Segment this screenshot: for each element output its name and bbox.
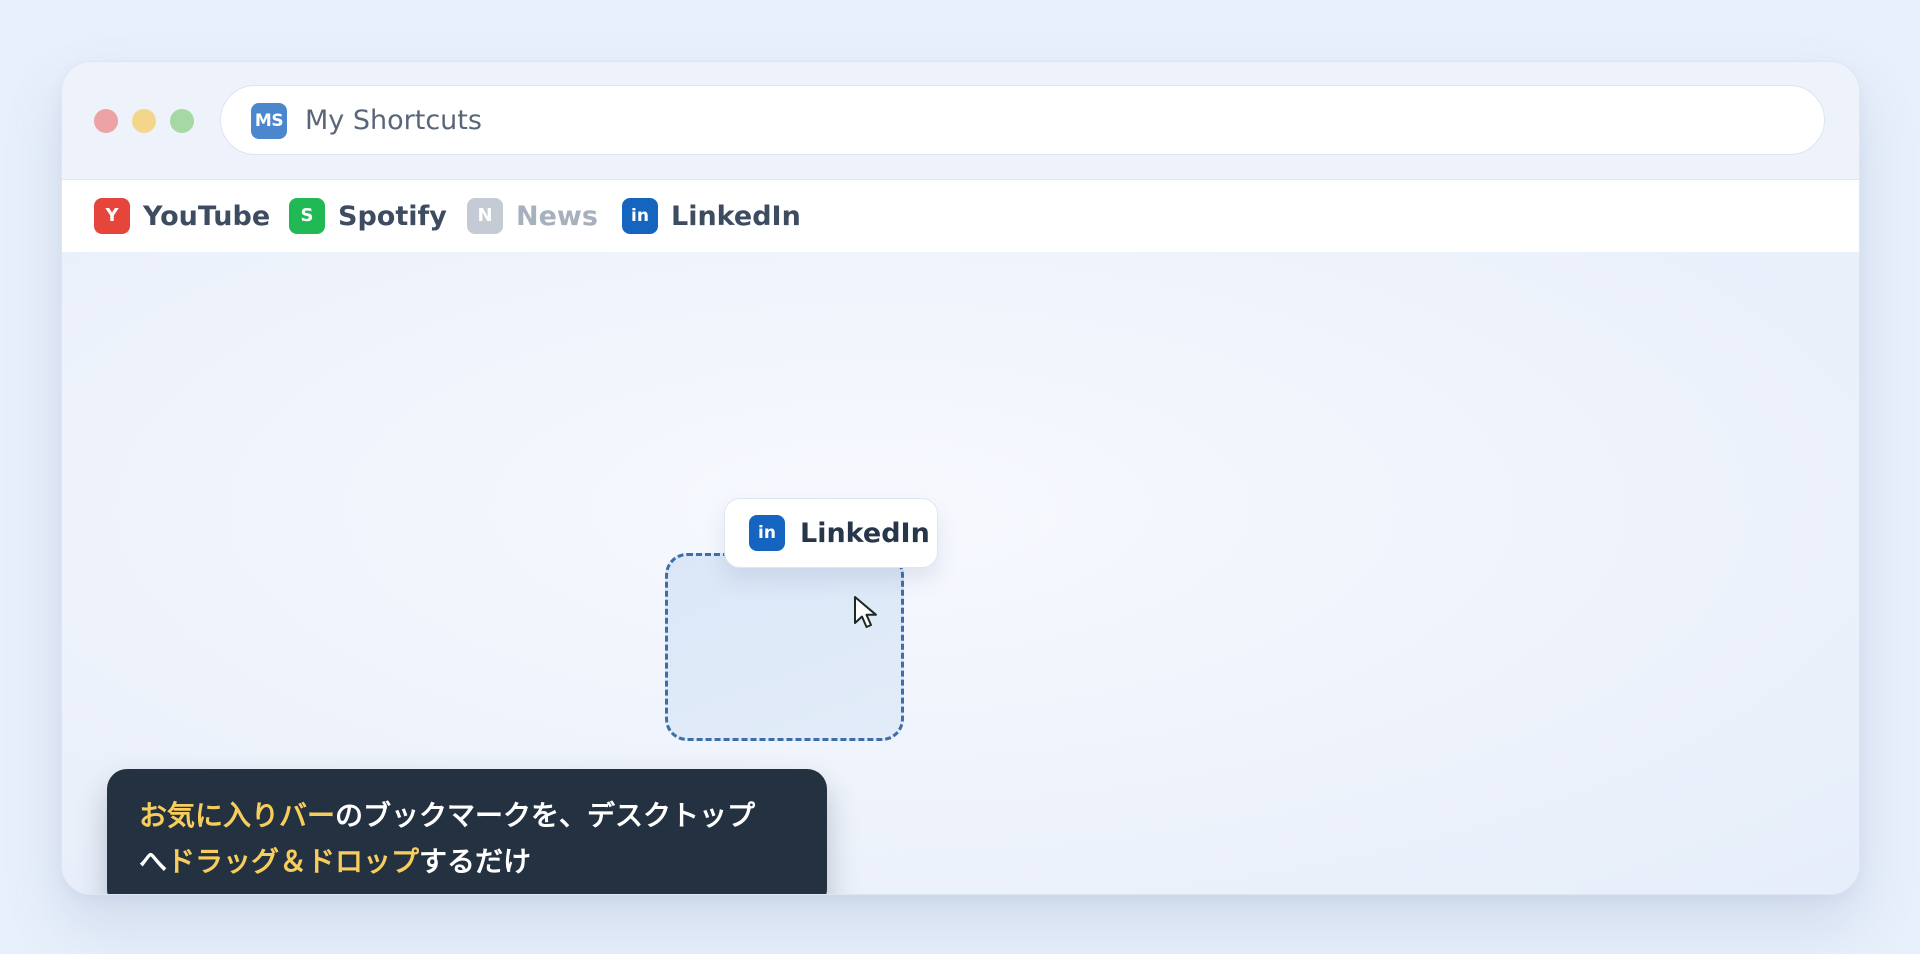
minimize-window-button[interactable]: [132, 109, 156, 133]
youtube-icon: Y: [94, 198, 130, 234]
tooltip-text: するだけ: [419, 845, 532, 878]
address-bar[interactable]: MS My Shortcuts: [220, 85, 1825, 155]
bookmark-spotify[interactable]: S Spotify: [289, 180, 447, 252]
instruction-tooltip: お気に入りバーのブックマークを、デスクトップへドラッグ＆ドロップするだけ: [107, 769, 827, 894]
bookmark-youtube[interactable]: Y YouTube: [94, 180, 270, 252]
tooltip-text: のブックマークを、デスクトップ: [335, 799, 756, 832]
bookmark-label: News: [516, 200, 598, 232]
maximize-window-button[interactable]: [170, 109, 194, 133]
address-bar-title: My Shortcuts: [305, 105, 482, 136]
browser-window: MS My Shortcuts Y YouTube S Spotify N Ne…: [61, 61, 1860, 895]
drop-target-zone[interactable]: [665, 553, 904, 741]
desktop-area[interactable]: in LinkedIn お気に入りバーのブックマークを、デスクトップへドラッグ＆…: [62, 252, 1859, 894]
arrow-pointer-icon: [854, 596, 877, 628]
linkedin-icon: in: [622, 198, 658, 234]
bookmarks-bar: Y YouTube S Spotify N News in LinkedIn: [62, 179, 1859, 253]
bookmark-linkedin[interactable]: in LinkedIn: [622, 180, 801, 252]
bookmark-news[interactable]: N News: [467, 180, 598, 252]
spotify-icon: S: [289, 198, 325, 234]
close-window-button[interactable]: [94, 109, 118, 133]
dragged-bookmark-label: LinkedIn: [800, 517, 930, 549]
site-favicon-icon: MS: [251, 103, 287, 139]
tooltip-highlight-drag-and-drop: ドラッグ＆ドロップ: [167, 845, 420, 878]
tooltip-highlight-favorites-bar: お気に入りバー: [139, 799, 336, 832]
news-icon: N: [467, 198, 503, 234]
bookmark-label: Spotify: [338, 200, 447, 232]
bookmark-label: LinkedIn: [671, 200, 801, 232]
tooltip-text: へ: [139, 845, 168, 878]
linkedin-icon: in: [749, 515, 785, 551]
dragged-bookmark-linkedin[interactable]: in LinkedIn: [724, 498, 938, 568]
title-bar: MS My Shortcuts: [62, 62, 1859, 179]
bookmark-label: YouTube: [143, 200, 271, 232]
